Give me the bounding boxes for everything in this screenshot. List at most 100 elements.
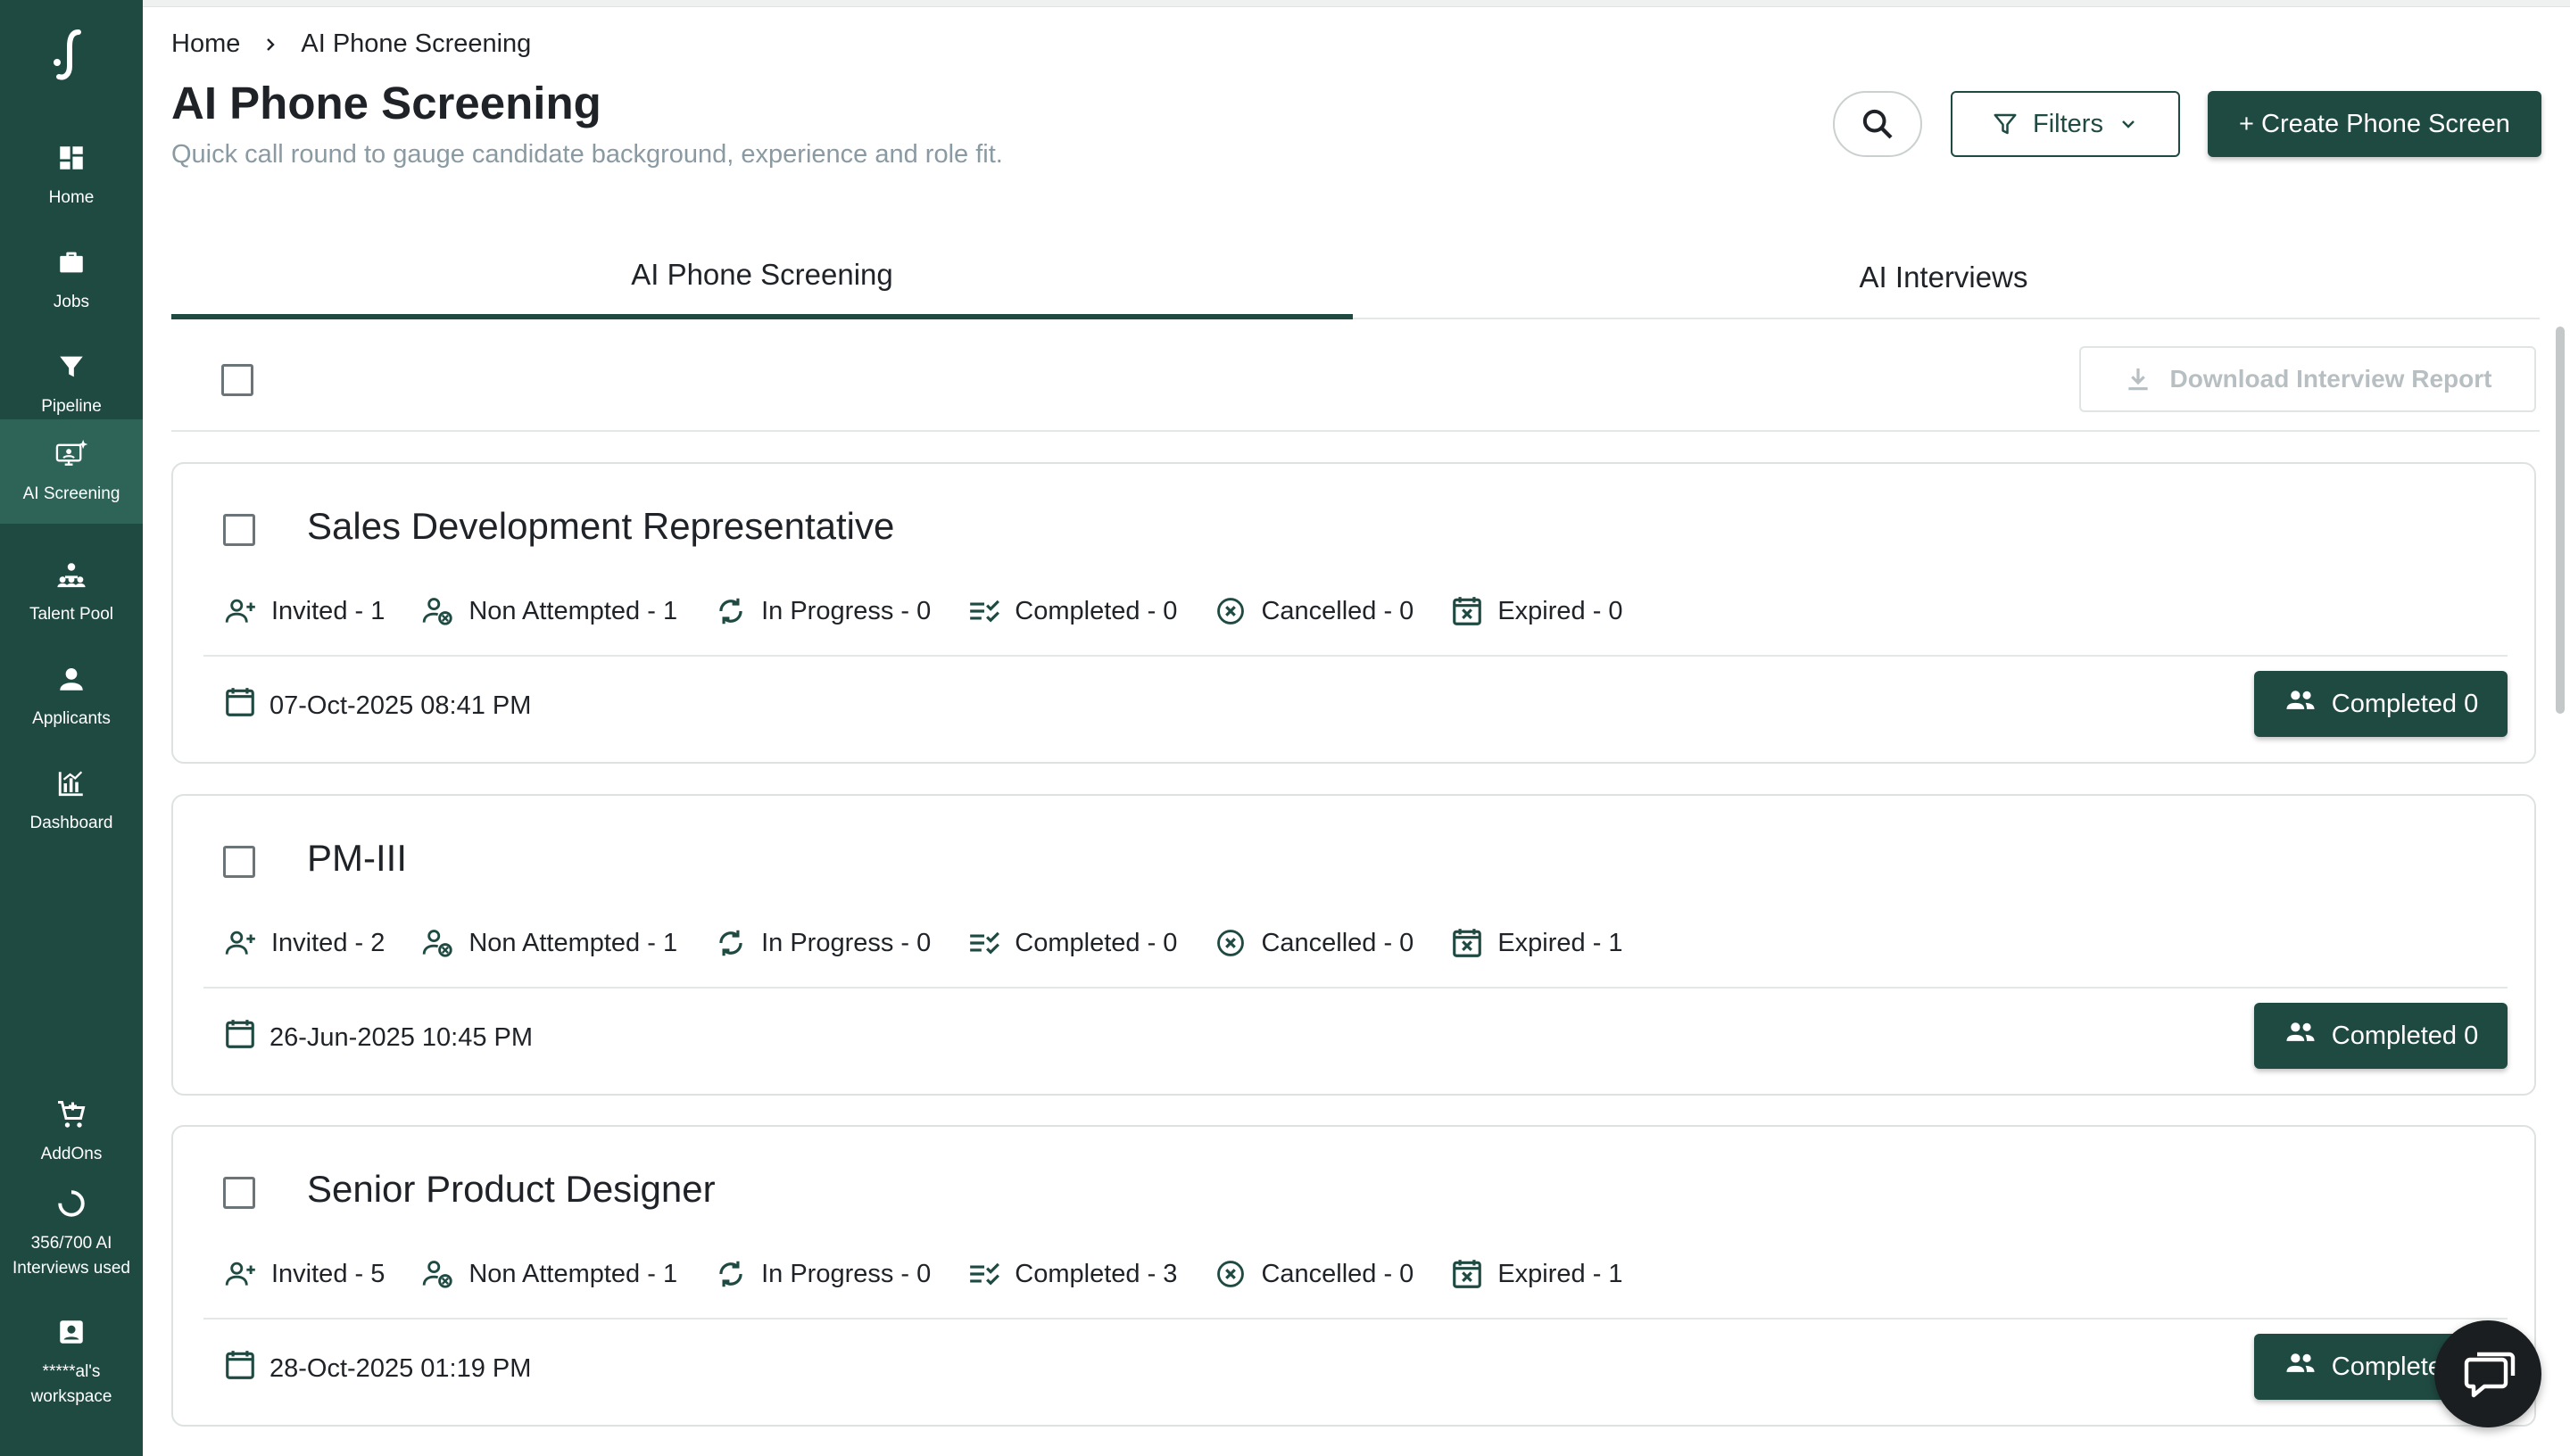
card-checkbox[interactable] xyxy=(223,514,255,546)
people-icon xyxy=(2284,1348,2317,1386)
page-subtitle: Quick call round to gauge candidate back… xyxy=(171,140,1003,169)
stat-expired-label: Expired - 1 xyxy=(1497,928,1623,957)
bar-chart-icon xyxy=(54,766,88,800)
funnel-icon xyxy=(54,350,88,384)
sidebar-item-home[interactable]: Home xyxy=(0,123,143,228)
calendar-x-icon xyxy=(1449,1256,1485,1292)
person-cancel-icon xyxy=(420,1256,456,1292)
sidebar-item-label: Dashboard xyxy=(29,813,113,832)
stat-cancelled: Cancelled - 0 xyxy=(1213,1256,1414,1292)
sidebar-item-applicants[interactable]: Applicants xyxy=(0,644,143,749)
stat-in-progress: In Progress - 0 xyxy=(713,1256,931,1292)
dashboard-grid-icon xyxy=(54,141,88,175)
interview-card[interactable]: Sales Development Representative Invited… xyxy=(171,462,2536,764)
stat-expired: Expired - 1 xyxy=(1449,925,1623,961)
breadcrumb: Home AI Phone Screening xyxy=(171,29,531,59)
stat-completed-label: Completed - 0 xyxy=(1015,928,1178,957)
chat-support-button[interactable] xyxy=(2434,1320,2541,1427)
people-icon xyxy=(2284,685,2317,723)
card-checkbox[interactable] xyxy=(223,1177,255,1209)
tab-bar: AI Phone Screening AI Interviews xyxy=(171,236,2540,319)
stat-in-progress-label: In Progress - 0 xyxy=(761,1259,932,1288)
briefcase-icon xyxy=(54,245,88,279)
card-title[interactable]: Senior Product Designer xyxy=(307,1168,716,1211)
ai-interviews-usage: 356/700 AI Interviews used xyxy=(0,1176,143,1292)
sidebar: Home Jobs Pipeline AI Screening Talent P… xyxy=(0,0,143,1456)
cart-plus-icon xyxy=(54,1097,88,1131)
interview-card[interactable]: PM-III Invited - 2 Non Attempted - 1 In Pr… xyxy=(171,794,2536,1096)
stat-non-attempted-label: Non Attempted - 1 xyxy=(468,1259,678,1288)
card-divider xyxy=(203,987,2508,989)
stat-in-progress-label: In Progress - 0 xyxy=(761,596,932,625)
download-report-button[interactable]: Download Interview Report xyxy=(2079,346,2536,412)
stat-in-progress: In Progress - 0 xyxy=(713,593,931,629)
completed-button[interactable]: Completed 0 xyxy=(2254,671,2508,737)
card-divider xyxy=(203,1318,2508,1320)
sidebar-item-dashboard[interactable]: Dashboard xyxy=(0,749,143,853)
stat-expired: Expired - 0 xyxy=(1449,593,1623,629)
search-button[interactable] xyxy=(1833,91,1922,157)
card-checkbox[interactable] xyxy=(223,846,255,878)
stat-invited-label: Invited - 5 xyxy=(271,1259,386,1288)
tab-ai-phone-screening[interactable]: AI Phone Screening xyxy=(171,236,1353,319)
sidebar-item-label: Pipeline xyxy=(41,396,102,416)
stat-cancelled-label: Cancelled - 0 xyxy=(1261,596,1414,625)
stat-non-attempted: Non Attempted - 1 xyxy=(420,593,677,629)
workspace-icon xyxy=(54,1315,88,1349)
sidebar-item-addons[interactable]: AddOns xyxy=(0,1080,143,1184)
stat-in-progress: In Progress - 0 xyxy=(713,925,931,961)
group-icon xyxy=(54,558,88,592)
chevron-right-icon xyxy=(267,37,276,51)
stat-invited: Invited - 2 xyxy=(223,925,385,961)
top-border xyxy=(143,0,2570,7)
person-add-icon xyxy=(223,593,259,629)
sync-icon xyxy=(713,593,749,629)
calendar-icon xyxy=(223,1348,257,1389)
tab-ai-interviews[interactable]: AI Interviews xyxy=(1353,236,2534,319)
stat-completed-label: Completed - 3 xyxy=(1015,1259,1178,1288)
filters-label: Filters xyxy=(2033,109,2103,138)
sidebar-item-ai-screening[interactable]: AI Screening xyxy=(0,419,143,524)
card-stats: Invited - 2 Non Attempted - 1 In Progress … xyxy=(223,925,1623,961)
sidebar-item-jobs[interactable]: Jobs xyxy=(0,228,143,332)
person-add-icon xyxy=(223,925,259,961)
people-icon xyxy=(2284,1017,2317,1055)
calendar-x-icon xyxy=(1449,593,1485,629)
sync-icon xyxy=(713,1256,749,1292)
card-stats: Invited - 1 Non Attempted - 1 In Progress … xyxy=(223,593,1623,629)
interview-card[interactable]: Senior Product Designer Invited - 5 Non A… xyxy=(171,1125,2536,1427)
stat-expired-label: Expired - 1 xyxy=(1497,1259,1623,1288)
stat-invited: Invited - 5 xyxy=(223,1256,385,1292)
completed-button-label: Completed 0 xyxy=(2331,689,2479,718)
stat-invited-label: Invited - 1 xyxy=(271,596,386,625)
sidebar-item-label: Home xyxy=(48,187,95,207)
stat-completed: Completed - 0 xyxy=(966,593,1177,629)
sidebar-item-label: AI Screening xyxy=(22,484,120,503)
stat-non-attempted: Non Attempted - 1 xyxy=(420,1256,677,1292)
sidebar-item-label: Talent Pool xyxy=(29,604,113,624)
stat-expired: Expired - 1 xyxy=(1449,1256,1623,1292)
usage-ring-icon xyxy=(54,1187,88,1220)
sidebar-item-talent-pool[interactable]: Talent Pool xyxy=(0,540,143,644)
card-date: 07-Oct-2025 08:41 PM xyxy=(223,685,531,726)
select-all-checkbox[interactable] xyxy=(221,364,253,396)
page-title: AI Phone Screening xyxy=(171,78,601,128)
filters-button[interactable]: Filters xyxy=(1951,91,2180,157)
checklist-icon xyxy=(966,593,1002,629)
completed-button[interactable]: Completed 0 xyxy=(2254,1003,2508,1069)
app-logo[interactable] xyxy=(45,27,98,84)
card-title[interactable]: PM-III xyxy=(307,837,407,880)
create-phone-screen-button[interactable]: + Create Phone Screen xyxy=(2208,91,2541,157)
scrollbar[interactable] xyxy=(2556,327,2565,714)
card-title[interactable]: Sales Development Representative xyxy=(307,505,894,548)
breadcrumb-home[interactable]: Home xyxy=(171,29,240,59)
card-date: 26-Jun-2025 10:45 PM xyxy=(223,1017,533,1058)
person-icon xyxy=(54,662,88,696)
card-divider xyxy=(203,655,2508,657)
workspace-switcher[interactable]: *****al's workspace xyxy=(0,1304,143,1420)
cancel-circle-icon xyxy=(1213,925,1248,961)
checklist-icon xyxy=(966,1256,1002,1292)
calendar-icon xyxy=(223,1017,257,1058)
checklist-icon xyxy=(966,925,1002,961)
stat-expired-label: Expired - 0 xyxy=(1497,596,1623,625)
